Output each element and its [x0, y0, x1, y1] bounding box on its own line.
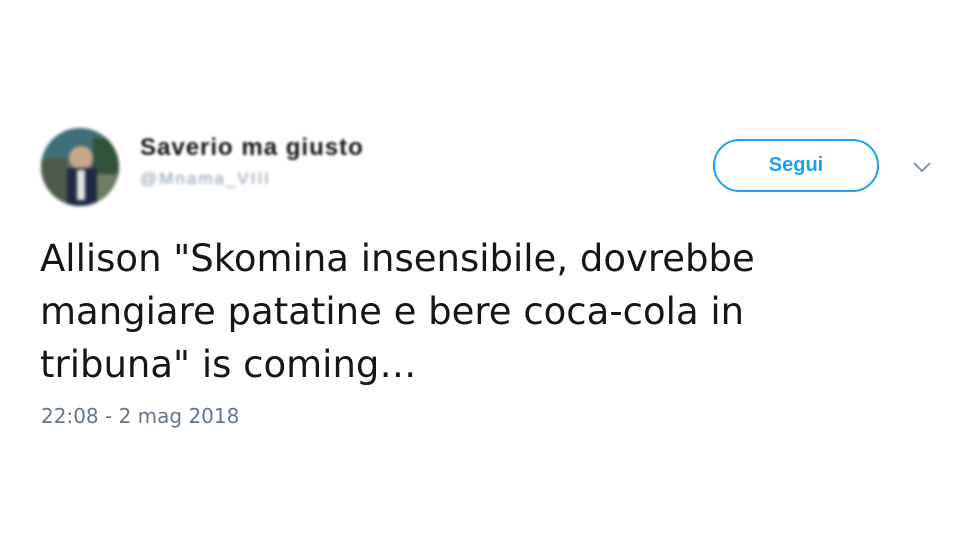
tweet-text-line: tribuna" is coming…	[40, 343, 417, 386]
tweet-text: Allison "Skomina insensibile, dovrebbe m…	[40, 232, 920, 391]
avatar-image	[41, 128, 119, 206]
tweet-card: Saverio ma giusto @Mnama_VIII Segui Alli…	[0, 0, 978, 544]
author-display-name[interactable]: Saverio ma giusto	[140, 134, 364, 162]
chevron-down-icon	[913, 162, 931, 172]
author-handle[interactable]: @Mnama_VIII	[140, 169, 271, 189]
tweet-menu-button[interactable]	[908, 156, 936, 178]
author-avatar[interactable]	[41, 128, 119, 206]
tweet-text-line: Allison "Skomina insensibile, dovrebbe	[40, 237, 755, 280]
tweet-timestamp[interactable]: 22:08 - 2 mag 2018	[41, 404, 239, 428]
tweet-text-line: mangiare patatine e bere coca-cola in	[40, 290, 745, 333]
follow-button[interactable]: Segui	[713, 139, 879, 192]
